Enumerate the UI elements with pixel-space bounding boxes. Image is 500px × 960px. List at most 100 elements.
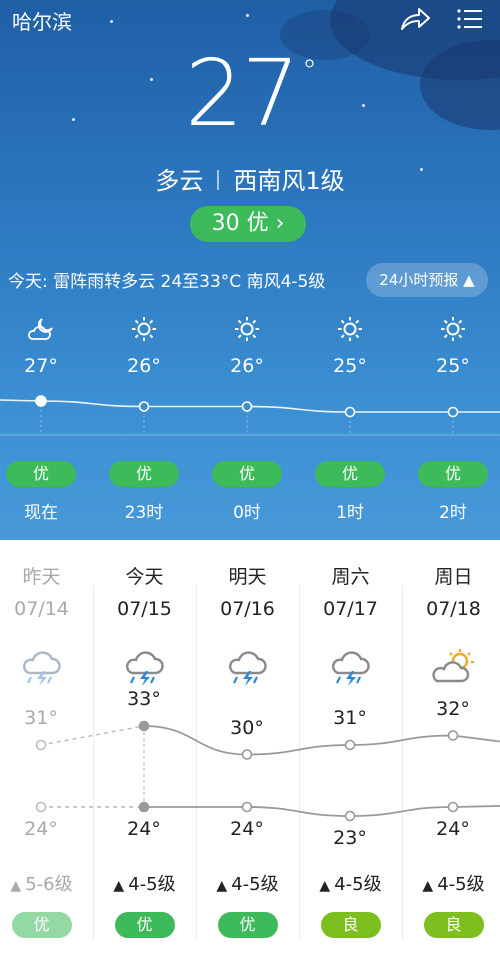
- day-aqi-badge: 优: [196, 912, 299, 938]
- star-decoration: [110, 20, 113, 23]
- 24h-forecast-button[interactable]: 24小时预报 ▲: [366, 263, 488, 297]
- day-date: 07/16: [220, 598, 275, 620]
- sun-icon: [207, 315, 287, 347]
- wind-direction-icon: ▲: [113, 878, 125, 894]
- high-temp-line: [143, 725, 500, 756]
- hourly-point: [344, 406, 356, 418]
- city-name[interactable]: 哈尔滨: [12, 6, 72, 35]
- hourly-aqi-badge: 优: [413, 461, 493, 487]
- hourly-aqi-label: 优: [6, 461, 76, 487]
- hourly-temp: 26°: [127, 355, 161, 377]
- low-temp-point: [138, 801, 150, 813]
- hourly-point: [447, 406, 459, 418]
- day-date: 07/14: [14, 598, 69, 620]
- thunderstorm-icon: [0, 647, 93, 687]
- day-wind: ▲ 4-5级: [402, 870, 500, 896]
- day-aqi-label: 优: [217, 912, 278, 938]
- low-temp-point: [35, 801, 47, 813]
- high-temp-point: [447, 730, 459, 741]
- thunderstorm-icon: [196, 647, 299, 687]
- day-wind: ▲ 4-5级: [196, 870, 299, 896]
- day-name: 周六: [331, 566, 370, 588]
- day-high-temp: 31°: [24, 707, 58, 729]
- share-icon[interactable]: [398, 4, 432, 34]
- hourly-time: 1时: [336, 503, 364, 523]
- hourly-temp: 25°: [333, 355, 367, 377]
- hourly-time: 现在: [24, 503, 58, 523]
- day-aqi-label: 良: [423, 912, 484, 938]
- wind-direction-icon: ▲: [319, 878, 331, 894]
- hourly-aqi-badge: 优: [207, 461, 287, 487]
- day-low-temp: 24°: [127, 818, 161, 840]
- day-aqi-badge: 良: [299, 912, 402, 938]
- day-date: 07/17: [323, 598, 378, 620]
- high-temp-point: [241, 749, 253, 760]
- star-decoration: [246, 14, 249, 17]
- wind-info: 西南风1级: [233, 167, 345, 195]
- day-aqi-label: 优: [11, 912, 72, 938]
- wind-level: 4-5级: [437, 874, 485, 895]
- hourly-aqi-label: 优: [418, 461, 488, 487]
- hourly-time: 2时: [439, 503, 467, 523]
- hourly-aqi-label: 优: [109, 461, 179, 487]
- hourly-aqi-badge: 优: [1, 461, 81, 487]
- day-aqi-badge: 优: [0, 912, 93, 938]
- day-high-temp: 32°: [436, 697, 470, 720]
- wind-level: 4-5级: [334, 874, 382, 895]
- low-temp-point: [241, 801, 253, 813]
- thunderstorm-icon: [299, 647, 402, 687]
- aqi-button[interactable]: 30 优 ›: [190, 206, 306, 242]
- hourly-point: [241, 401, 253, 412]
- day-name: 周日: [434, 566, 473, 588]
- low-temp-point: [344, 810, 356, 822]
- sun-icon: [413, 315, 493, 347]
- day-aqi-label: 优: [114, 912, 175, 938]
- day-wind: ▲ 5-6级: [0, 870, 93, 896]
- day-wind: ▲ 4-5级: [93, 870, 196, 896]
- day-high-temp: 31°: [333, 707, 367, 729]
- hourly-temp: 26°: [230, 355, 264, 377]
- high-temp-point: [138, 720, 150, 732]
- wind-level: 4-5级: [128, 874, 176, 895]
- day-aqi-label: 良: [320, 912, 381, 938]
- wind-direction-icon: ▲: [422, 878, 434, 894]
- day-low-temp: 24°: [436, 818, 470, 840]
- temperature-value: 27: [184, 40, 300, 147]
- hourly-time: 23时: [124, 503, 164, 523]
- day-name: 昨天: [22, 566, 61, 588]
- day-aqi-badge: 良: [402, 912, 500, 938]
- thunderstorm-icon: [93, 647, 196, 687]
- wind-level: 4-5级: [231, 874, 279, 895]
- daily-forecast-panel: 昨天 07/14 31° 24° ▲ 5-6级优今天 07/15 33° 24° ▲ 4-5级优…: [0, 540, 500, 960]
- degree-symbol: °: [302, 54, 317, 89]
- high-temp-point: [35, 739, 47, 751]
- hourly-temp: 27°: [24, 355, 58, 377]
- sun-icon: [104, 315, 184, 347]
- hourly-aqi-label: 优: [315, 461, 385, 487]
- weather-condition: 多云: [155, 167, 204, 195]
- day-low-temp: 24°: [230, 818, 264, 840]
- day-wind: ▲ 4-5级: [299, 870, 402, 896]
- current-temperature: 27 °: [0, 40, 500, 147]
- wind-direction-icon: ▲: [216, 878, 228, 894]
- hourly-time: 0时: [233, 503, 261, 523]
- hourly-point: [35, 395, 47, 407]
- hourly-aqi-badge: 优: [104, 461, 184, 487]
- high-temp-point: [344, 739, 356, 751]
- day-low-temp: 23°: [333, 827, 367, 849]
- low-temp-point: [447, 801, 459, 813]
- wind-level: 5-6级: [25, 874, 73, 895]
- today-summary: 今天: 雷阵雨转多云 24至33°C 南风4-5级: [8, 272, 326, 292]
- hourly-temperature-curve: [0, 395, 500, 436]
- day-high-temp: 30°: [230, 716, 264, 739]
- day-name: 明天: [228, 566, 267, 588]
- day-aqi-badge: 优: [93, 912, 196, 938]
- day-low-temp: 24°: [24, 818, 58, 840]
- day-high-temp: 33°: [127, 688, 161, 710]
- day-date: 07/18: [426, 598, 481, 620]
- hourly-point: [138, 401, 150, 412]
- menu-icon[interactable]: [454, 4, 488, 34]
- hourly-aqi-label: 优: [212, 461, 282, 487]
- day-date: 07/15: [117, 598, 172, 620]
- low-temp-line: [143, 805, 500, 817]
